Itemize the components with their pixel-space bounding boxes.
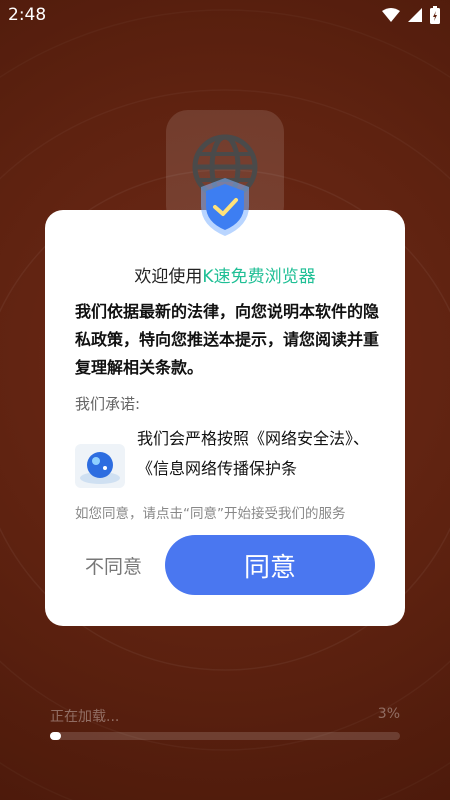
status-bar: 2:48 (0, 0, 450, 32)
loading-label: 正在加载... (50, 709, 120, 725)
disagree-button[interactable]: 不同意 (85, 552, 142, 579)
loading-percent: 3% (377, 706, 400, 722)
dialog-intro: 我们依据最新的法律，向您说明本软件的隐私政策，特向您推送本提示，请您阅读并重复理… (75, 302, 380, 377)
loading-progress-fill (50, 732, 61, 740)
status-time: 2:48 (8, 5, 47, 25)
battery-icon (430, 6, 440, 24)
dialog-title-app-name: K速免费浏览器 (202, 267, 316, 287)
status-icons (382, 6, 440, 24)
signal-icon (408, 8, 422, 22)
dialog-title: 欢迎使用K速免费浏览器 (45, 262, 405, 287)
dialog-title-prefix: 欢迎使用 (134, 267, 203, 287)
wifi-icon (382, 8, 400, 22)
privacy-dialog: 欢迎使用K速免费浏览器 我们依据最新的法律，向您说明本软件的隐私政策，特向您推送… (45, 210, 405, 626)
shield-check-icon (201, 178, 249, 236)
agree-button[interactable]: 同意 (165, 535, 375, 595)
promise-label: 我们承诺: (75, 395, 141, 413)
promise-text: 我们会严格按照《网络安全法》、《信息网络传播保护条 (137, 429, 370, 478)
loading-progress-bar (50, 732, 400, 740)
promise-thumbnail (75, 444, 125, 488)
agree-hint: 如您同意，请点击“同意”开始接受我们的服务 (75, 506, 346, 522)
globe-thumbnail-icon (80, 452, 120, 484)
